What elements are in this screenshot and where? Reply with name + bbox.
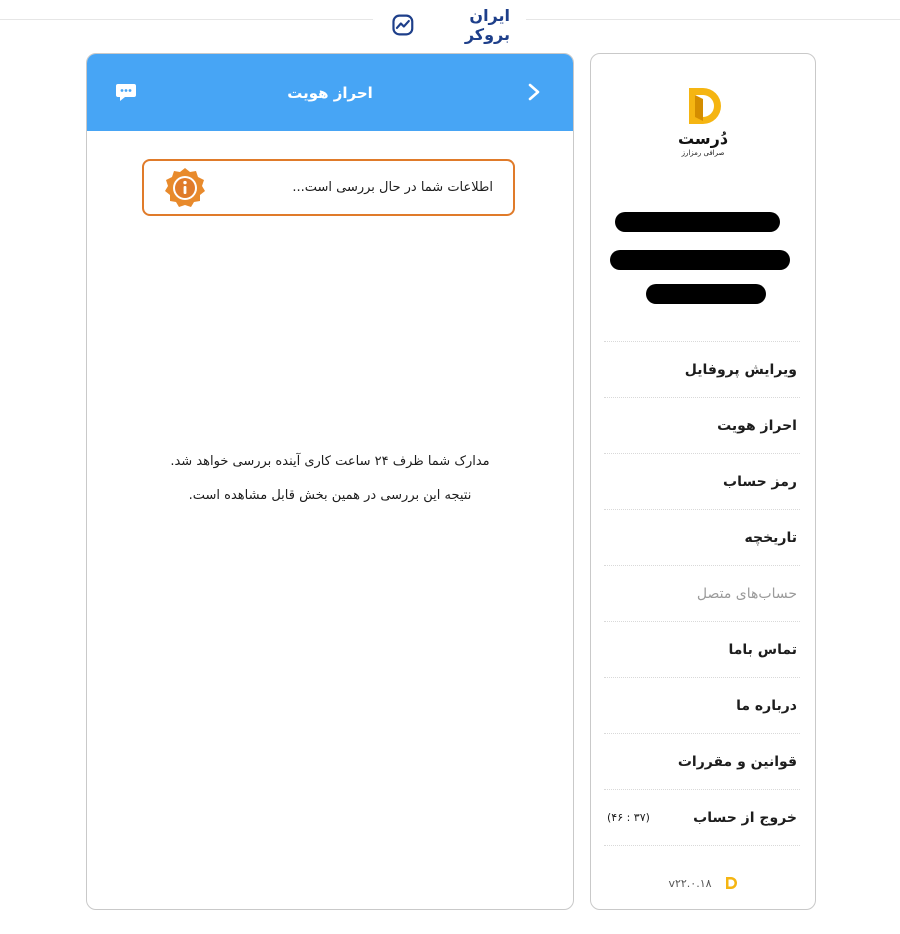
review-time-text: مدارک شما ظرف ۲۴ ساعت کاری آینده بررسی خ… — [170, 454, 490, 469]
sidebar-menu: ویرایش پروفایل احراز هویت رمز حساب تاریخ… — [604, 341, 800, 846]
top-divider-left — [0, 19, 373, 20]
info-badge-icon — [165, 167, 205, 207]
identity-panel: احراز هویت اطلاعات شما در حال بررسی است.… — [86, 53, 574, 910]
menu-item-edit-profile[interactable]: ویرایش پروفایل — [604, 341, 800, 397]
trend-chart-icon — [392, 14, 414, 36]
menu-item-history[interactable]: تاریخچه — [604, 509, 800, 565]
version-number: v۲۲.۰.۱۸ — [668, 876, 712, 890]
menu-item-label: قوانین و مقررات — [677, 753, 797, 770]
menu-divider — [604, 845, 800, 846]
menu-item-terms[interactable]: قوانین و مقررات — [604, 733, 800, 789]
menu-item-label: رمز حساب — [723, 473, 797, 490]
logo-subtitle: صرافی رمزارز — [681, 149, 725, 157]
chevron-right-icon — [528, 83, 540, 101]
menu-item-connected-accounts: حساب‌های متصل — [604, 565, 800, 621]
back-button[interactable] — [523, 80, 545, 104]
redacted-phone — [646, 284, 766, 304]
panel-header: احراز هویت — [87, 54, 573, 131]
dorost-mini-logo-icon — [725, 877, 737, 889]
review-status-notice: اطلاعات شما در حال بررسی است... — [142, 159, 515, 216]
brand-logo[interactable]: ایران بروکر — [392, 6, 510, 44]
redacted-email — [610, 250, 790, 270]
menu-item-contact-us[interactable]: تماس باما — [604, 621, 800, 677]
page-title: احراز هویت — [287, 83, 373, 102]
dorost-logo: دُرست صرافی رمزارز — [668, 84, 738, 169]
notice-text: اطلاعات شما در حال بررسی است... — [292, 180, 493, 195]
logo-title: دُرست — [677, 129, 729, 148]
menu-item-label: تاریخچه — [744, 529, 798, 546]
dorost-logo-icon — [689, 88, 721, 124]
menu-item-label: خروج از حساب — [693, 809, 797, 826]
sidebar: دُرست صرافی رمزارز ویرایش پروفایل احراز … — [590, 53, 816, 910]
menu-item-label: تماس باما — [728, 641, 797, 658]
version-info: v۲۲.۰.۱۸ — [591, 876, 815, 890]
menu-item-about-us[interactable]: درباره ما — [604, 677, 800, 733]
menu-item-identity-verification[interactable]: احراز هویت — [604, 397, 800, 453]
chat-button[interactable] — [115, 81, 137, 103]
review-info: مدارک شما ظرف ۲۴ ساعت کاری آینده بررسی خ… — [87, 454, 573, 522]
menu-item-label: احراز هویت — [717, 417, 797, 434]
review-result-text: نتیجه این بررسی در همین بخش قابل مشاهده … — [188, 488, 472, 503]
menu-item-account-password[interactable]: رمز حساب — [604, 453, 800, 509]
redacted-name — [615, 212, 780, 232]
menu-item-logout[interactable]: خروج از حساب (۴۶ : ۳۷) — [604, 789, 800, 845]
session-timer: (۴۶ : ۳۷) — [607, 811, 650, 824]
brand-name: ایران بروکر — [464, 6, 510, 44]
menu-item-label: درباره ما — [736, 697, 797, 714]
top-divider-right — [526, 19, 900, 20]
chat-bubble-icon — [116, 84, 136, 101]
menu-item-label: ویرایش پروفایل — [684, 361, 797, 378]
menu-item-label: حساب‌های متصل — [696, 585, 797, 602]
